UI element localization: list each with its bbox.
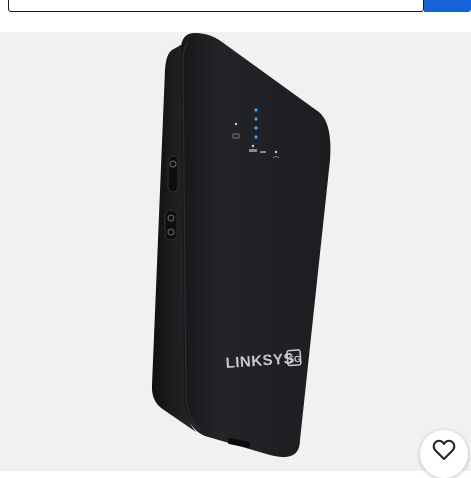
device-front [180, 33, 331, 458]
svg-text:5G: 5G [289, 354, 302, 365]
search-button[interactable] [424, 0, 471, 12]
heart-icon [432, 439, 456, 460]
product-gallery[interactable]: LINKSYS 5G [0, 32, 471, 471]
search-bar [0, 0, 471, 16]
product-image: LINKSYS 5G [151, 33, 331, 458]
search-input[interactable] [8, 0, 424, 12]
